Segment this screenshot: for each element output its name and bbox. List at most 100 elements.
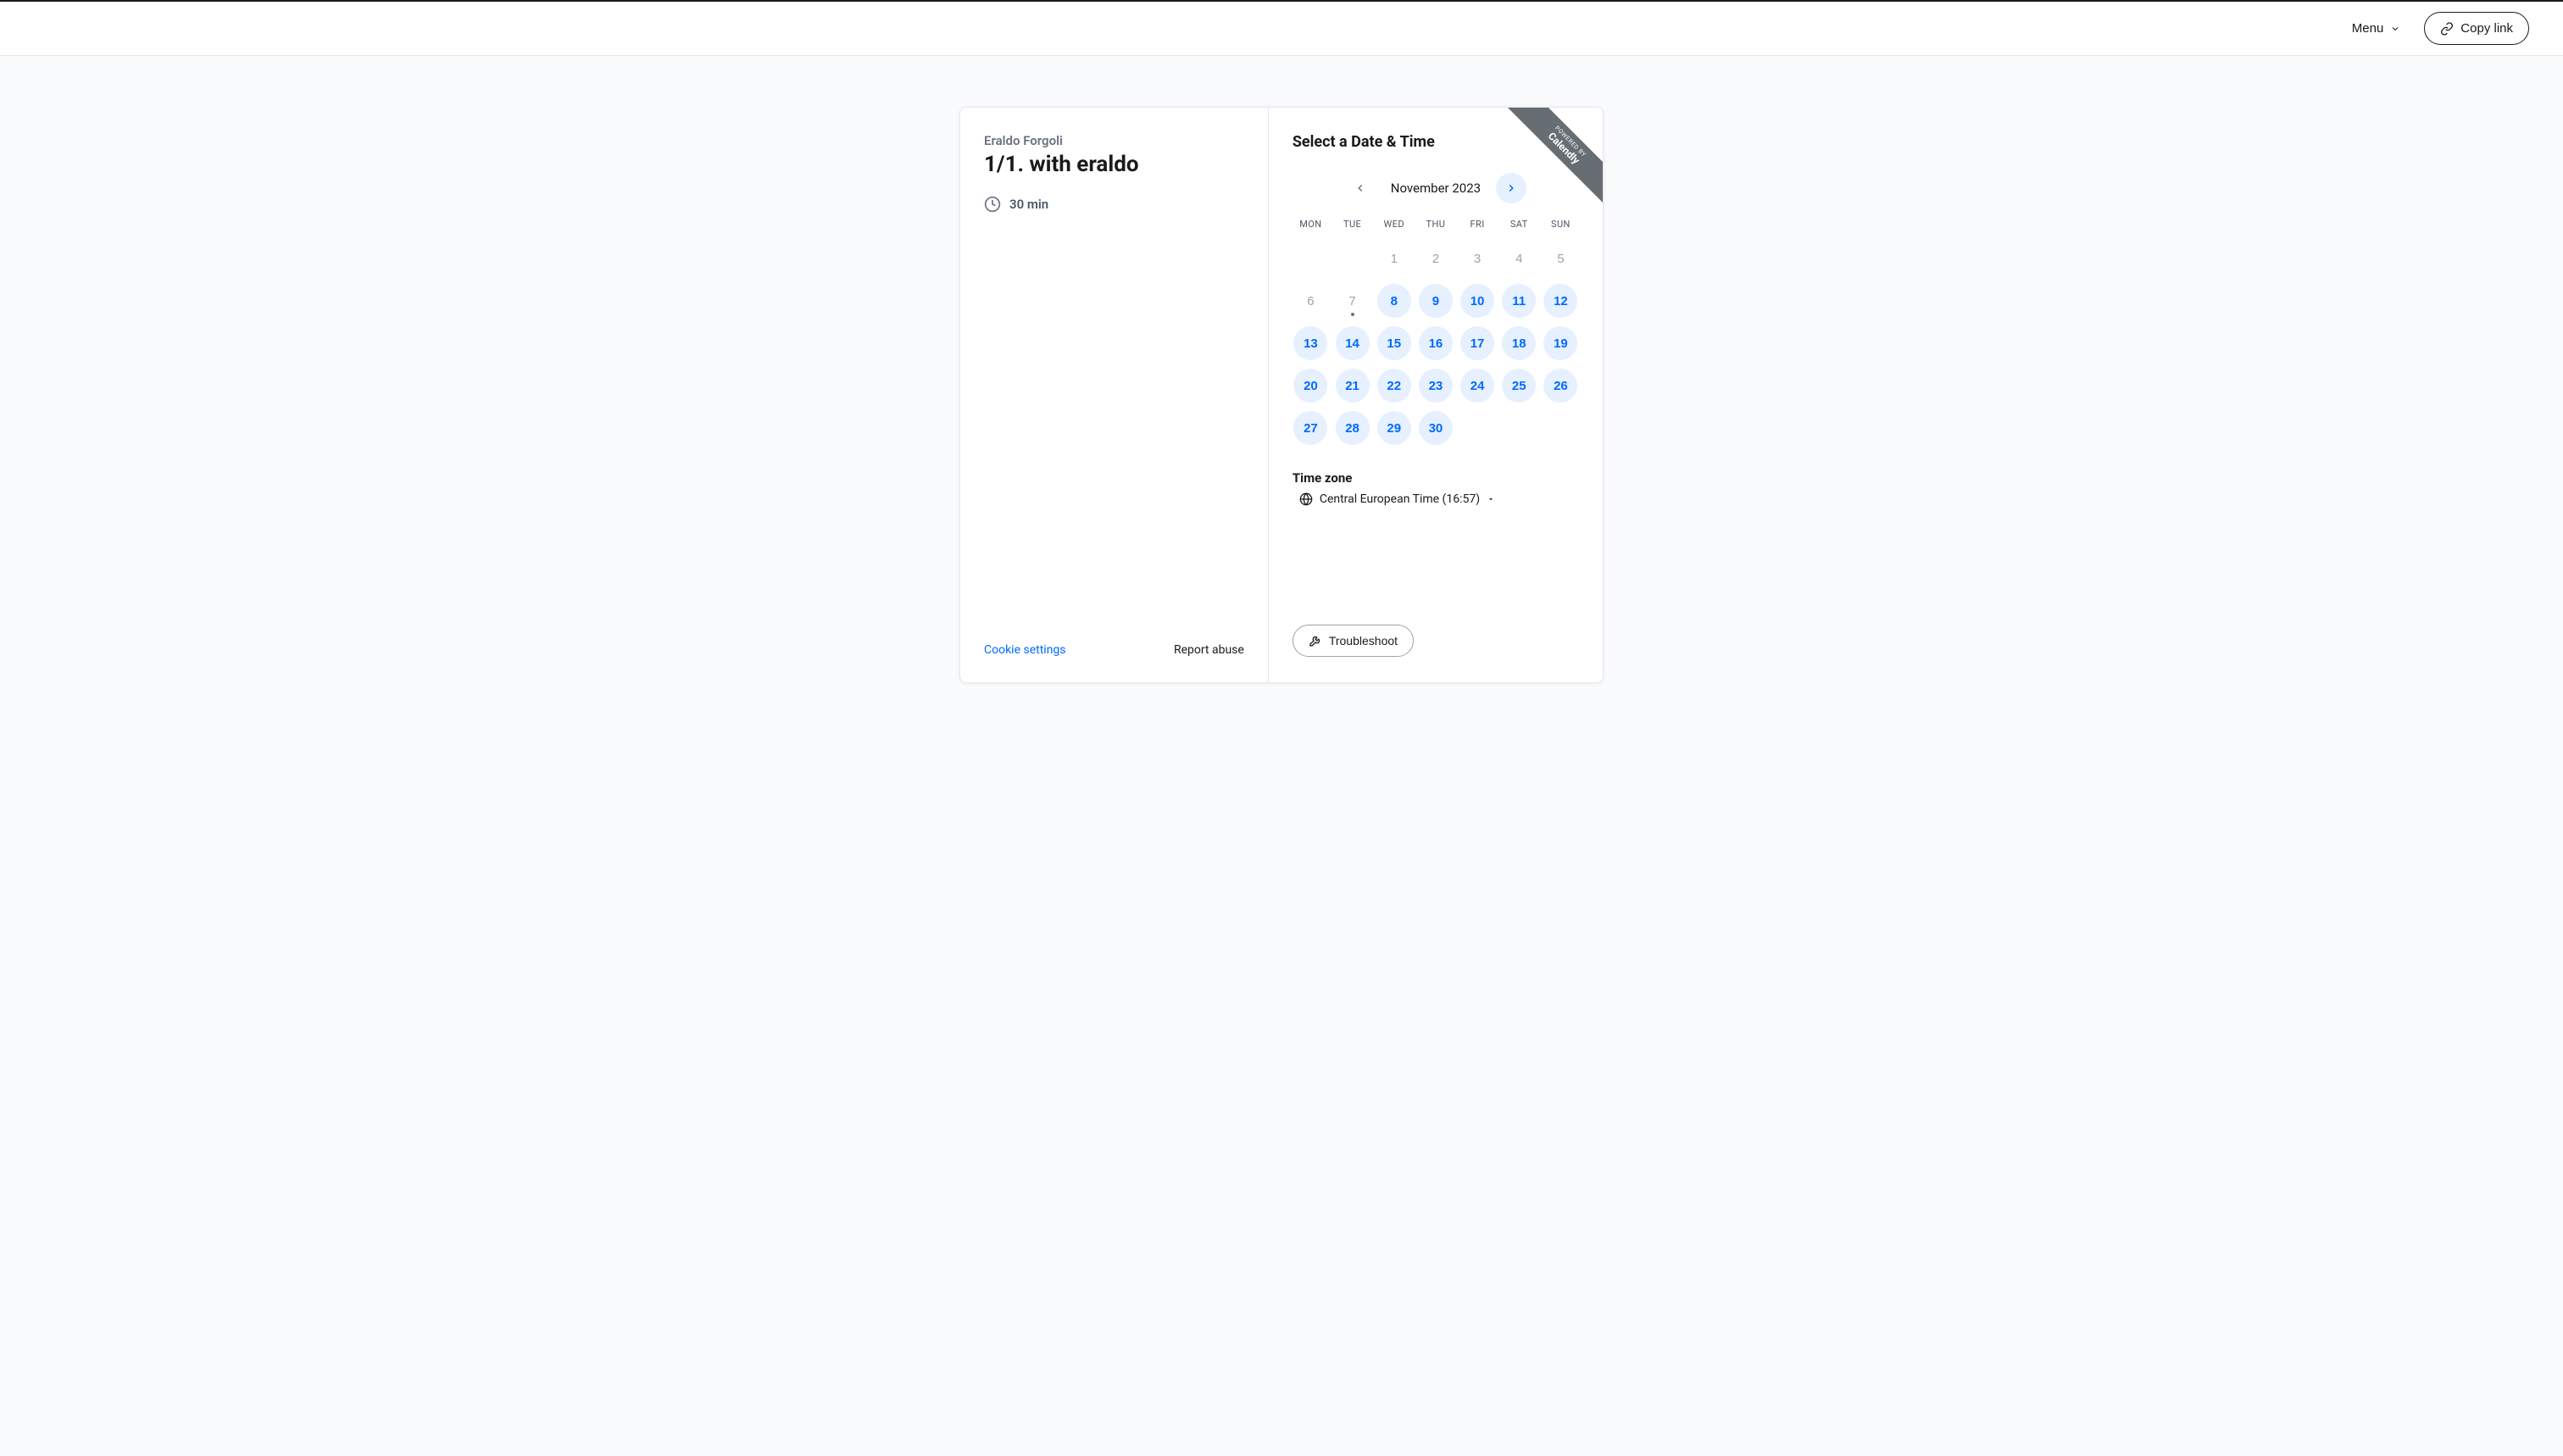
day-cell: 20	[1293, 367, 1329, 404]
day-cell: 25	[1501, 367, 1537, 404]
month-label: November 2023	[1391, 181, 1481, 196]
troubleshoot-button[interactable]: Troubleshoot	[1293, 625, 1414, 657]
calendar-grid: MONTUEWEDTHUFRISATSUN1234567891011121314…	[1293, 219, 1579, 447]
day-cell: 30	[1417, 409, 1454, 447]
report-abuse-link[interactable]: Report abuse	[1174, 643, 1244, 657]
day-cell: 19	[1543, 325, 1579, 362]
duration-row: 30 min	[984, 196, 1244, 213]
day-button[interactable]: 18	[1502, 326, 1536, 360]
menu-label: Menu	[2352, 21, 2384, 36]
dow-header: FRI	[1459, 219, 1495, 235]
timezone-section: Time zone Central European Time (16:57)	[1293, 470, 1579, 509]
day-cell: 7	[1334, 282, 1370, 320]
month-nav: November 2023	[1293, 173, 1579, 203]
day-cell: 11	[1501, 282, 1537, 320]
top-bar: Menu Copy link	[0, 0, 2563, 56]
day-button[interactable]: 21	[1336, 369, 1370, 403]
day-cell: 6	[1293, 282, 1329, 320]
day-cell: 12	[1543, 282, 1579, 320]
day-cell: 15	[1376, 325, 1412, 362]
day-cell: 22	[1376, 367, 1412, 404]
day-cell: 18	[1501, 325, 1537, 362]
day-cell: 14	[1334, 325, 1370, 362]
clock-icon	[984, 196, 1001, 213]
chevron-left-icon	[1354, 182, 1366, 194]
day-button[interactable]: 24	[1460, 369, 1494, 403]
day-cell: 17	[1459, 325, 1495, 362]
day-button[interactable]: 16	[1419, 326, 1453, 360]
day-button: 1	[1377, 242, 1411, 275]
day-cell: 1	[1376, 240, 1412, 277]
next-month-button[interactable]	[1496, 173, 1526, 203]
day-button[interactable]: 22	[1377, 369, 1411, 403]
troubleshoot-label: Troubleshoot	[1329, 634, 1398, 647]
day-cell: 4	[1501, 240, 1537, 277]
day-button[interactable]: 26	[1543, 369, 1577, 403]
day-cell: 8	[1376, 282, 1412, 320]
timezone-value: Central European Time (16:57)	[1320, 492, 1480, 506]
menu-dropdown[interactable]: Menu	[2345, 16, 2408, 41]
day-cell: 27	[1293, 409, 1329, 447]
copy-link-button[interactable]: Copy link	[2424, 12, 2529, 45]
day-button[interactable]: 10	[1460, 284, 1494, 318]
host-name: Eraldo Forgoli	[984, 133, 1244, 148]
day-button[interactable]: 12	[1543, 284, 1577, 318]
day-cell: 26	[1543, 367, 1579, 404]
day-button[interactable]: 25	[1502, 369, 1536, 403]
day-button[interactable]: 8	[1377, 284, 1411, 318]
day-button[interactable]: 28	[1336, 411, 1370, 445]
dow-header: TUE	[1334, 219, 1370, 235]
caret-down-icon	[1487, 495, 1495, 503]
wrench-icon	[1309, 634, 1322, 647]
day-cell: 23	[1417, 367, 1454, 404]
day-button: 2	[1419, 242, 1453, 275]
meeting-title: 1/1. with eraldo	[984, 152, 1244, 177]
day-cell: 29	[1376, 409, 1412, 447]
day-cell: 2	[1417, 240, 1454, 277]
chevron-right-icon	[1505, 182, 1517, 194]
dow-header: WED	[1376, 219, 1412, 235]
copy-link-label: Copy link	[2460, 21, 2513, 36]
day-cell: 3	[1459, 240, 1495, 277]
link-icon	[2440, 22, 2454, 36]
cookie-settings-link[interactable]: Cookie settings	[984, 643, 1066, 657]
day-button[interactable]: 13	[1293, 326, 1327, 360]
day-button: 4	[1502, 242, 1536, 275]
day-cell: 21	[1334, 367, 1370, 404]
day-button[interactable]: 17	[1460, 326, 1494, 360]
left-panel: Eraldo Forgoli 1/1. with eraldo 30 min C…	[960, 108, 1269, 682]
booking-card: Eraldo Forgoli 1/1. with eraldo 30 min C…	[959, 107, 1604, 683]
day-cell: 13	[1293, 325, 1329, 362]
day-button[interactable]: 20	[1293, 369, 1327, 403]
timezone-selector[interactable]: Central European Time (16:57)	[1293, 492, 1495, 506]
day-button[interactable]: 15	[1377, 326, 1411, 360]
day-cell: 9	[1417, 282, 1454, 320]
day-button: 5	[1543, 242, 1577, 275]
day-cell: 16	[1417, 325, 1454, 362]
day-button[interactable]: 9	[1419, 284, 1453, 318]
chevron-down-icon	[2390, 24, 2400, 34]
day-button: 3	[1460, 242, 1494, 275]
day-button[interactable]: 30	[1419, 411, 1453, 445]
day-cell	[1293, 240, 1329, 277]
day-button[interactable]: 23	[1419, 369, 1453, 403]
duration-text: 30 min	[1009, 197, 1048, 212]
day-cell: 28	[1334, 409, 1370, 447]
day-cell: 5	[1543, 240, 1579, 277]
right-panel: Select a Date & Time November 2023 MONTU…	[1269, 108, 1603, 682]
day-button[interactable]: 14	[1336, 326, 1370, 360]
globe-icon	[1299, 492, 1313, 506]
day-cell: 24	[1459, 367, 1495, 404]
page-wrap: Eraldo Forgoli 1/1. with eraldo 30 min C…	[0, 56, 2563, 717]
day-button[interactable]: 19	[1543, 326, 1577, 360]
day-button[interactable]: 27	[1293, 411, 1327, 445]
day-button: 6	[1293, 284, 1327, 318]
dow-header: SUN	[1543, 219, 1579, 235]
day-button[interactable]: 29	[1377, 411, 1411, 445]
day-button[interactable]: 11	[1502, 284, 1536, 318]
today-indicator	[1351, 313, 1354, 316]
dow-header: MON	[1293, 219, 1329, 235]
timezone-heading: Time zone	[1293, 470, 1579, 486]
dow-header: THU	[1417, 219, 1454, 235]
prev-month-button[interactable]	[1345, 173, 1376, 203]
